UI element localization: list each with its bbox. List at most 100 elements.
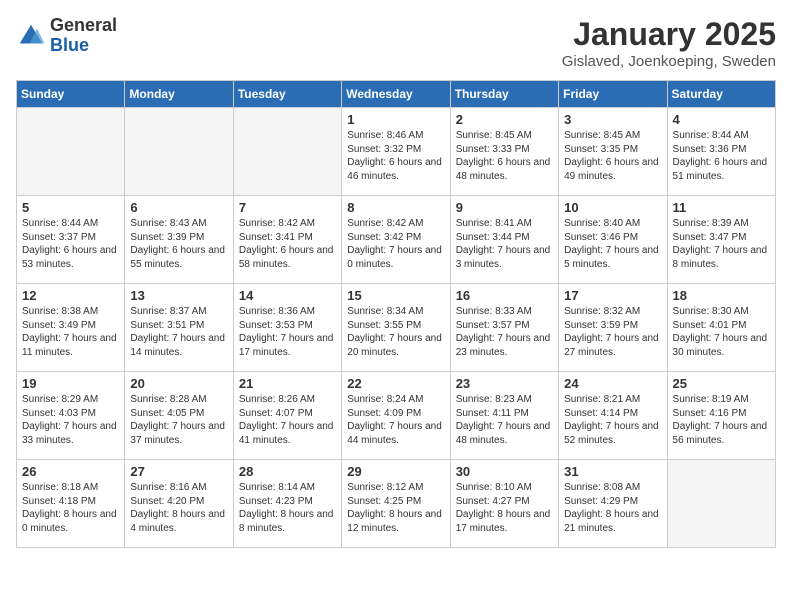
month-title: January 2025 [562, 16, 776, 53]
cell-content: Sunrise: 8:08 AMSunset: 4:29 PMDaylight:… [564, 481, 661, 535]
cell-content: Sunrise: 8:21 AMSunset: 4:14 PMDaylight:… [564, 393, 661, 447]
day-number: 1 [347, 112, 444, 127]
cell-content: Sunrise: 8:46 AMSunset: 3:32 PMDaylight:… [347, 129, 444, 183]
cell-content: Sunrise: 8:24 AMSunset: 4:09 PMDaylight:… [347, 393, 444, 447]
calendar-cell: 3 Sunrise: 8:45 AMSunset: 3:35 PMDaylight… [559, 108, 667, 196]
calendar-cell [17, 108, 125, 196]
calendar-cell: 25Sunrise: 8:19 AMSunset: 4:16 PMDayligh… [667, 372, 775, 460]
calendar-cell: 26 Sunrise: 8:18 AMSunset: 4:18 PMDayligh… [17, 460, 125, 548]
calendar-cell: 18 Sunrise: 8:30 AMSunset: 4:01 PMDayligh… [667, 284, 775, 372]
calendar-cell: 28Sunrise: 8:14 AMSunset: 4:23 PMDayligh… [233, 460, 341, 548]
calendar-cell: 6 Sunrise: 8:43 AMSunset: 3:39 PMDaylight… [125, 196, 233, 284]
weekday-header-saturday: Saturday [667, 81, 775, 108]
calendar-cell: 5Sunrise: 8:44 AMSunset: 3:37 PMDaylight… [17, 196, 125, 284]
cell-content: Sunrise: 8:16 AMSunset: 4:20 PMDaylight:… [130, 481, 227, 535]
cell-content: Sunrise: 8:34 AMSunset: 3:55 PMDaylight:… [347, 305, 444, 359]
calendar-cell: 30 Sunrise: 8:10 AMSunset: 4:27 PMDayligh… [450, 460, 558, 548]
cell-content: Sunrise: 8:23 AMSunset: 4:11 PMDaylight:… [456, 393, 553, 447]
title-area: January 2025 Gislaved, Joenkoeping, Swed… [562, 16, 776, 70]
day-number: 30 [456, 464, 553, 479]
page-header: General Blue January 2025 Gislaved, Joen… [16, 16, 776, 70]
day-number: 9 [456, 200, 553, 215]
calendar-cell: 27Sunrise: 8:16 AMSunset: 4:20 PMDayligh… [125, 460, 233, 548]
day-number: 26 [22, 464, 119, 479]
day-number: 22 [347, 376, 444, 391]
weekday-header-wednesday: Wednesday [342, 81, 450, 108]
day-number: 29 [347, 464, 444, 479]
weekday-header-monday: Monday [125, 81, 233, 108]
calendar-cell [125, 108, 233, 196]
logo-icon [16, 21, 46, 51]
weekday-header-friday: Friday [559, 81, 667, 108]
day-number: 3 [564, 112, 661, 127]
day-number: 25 [673, 376, 770, 391]
cell-content: Sunrise: 8:37 AMSunset: 3:51 PMDaylight:… [130, 305, 227, 359]
calendar-cell: 19 Sunrise: 8:29 AMSunset: 4:03 PMDayligh… [17, 372, 125, 460]
calendar-cell: 13 Sunrise: 8:37 AMSunset: 3:51 PMDayligh… [125, 284, 233, 372]
day-number: 18 [673, 288, 770, 303]
calendar-cell: 22 Sunrise: 8:24 AMSunset: 4:09 PMDayligh… [342, 372, 450, 460]
cell-content: Sunrise: 8:29 AMSunset: 4:03 PMDaylight:… [22, 393, 119, 447]
calendar-cell: 15 Sunrise: 8:34 AMSunset: 3:55 PMDayligh… [342, 284, 450, 372]
calendar-cell: 17Sunrise: 8:32 AMSunset: 3:59 PMDayligh… [559, 284, 667, 372]
day-number: 15 [347, 288, 444, 303]
day-number: 23 [456, 376, 553, 391]
weekday-header-tuesday: Tuesday [233, 81, 341, 108]
calendar-cell: 8Sunrise: 8:42 AMSunset: 3:42 PMDaylight… [342, 196, 450, 284]
cell-content: Sunrise: 8:12 AMSunset: 4:25 PMDaylight:… [347, 481, 444, 535]
logo-blue-text: Blue [50, 36, 117, 56]
day-number: 21 [239, 376, 336, 391]
calendar-cell [667, 460, 775, 548]
week-row-1: 5Sunrise: 8:44 AMSunset: 3:37 PMDaylight… [17, 196, 776, 284]
cell-content: Sunrise: 8:26 AMSunset: 4:07 PMDaylight:… [239, 393, 336, 447]
cell-content: Sunrise: 8:14 AMSunset: 4:23 PMDaylight:… [239, 481, 336, 535]
day-number: 12 [22, 288, 119, 303]
cell-content: Sunrise: 8:30 AMSunset: 4:01 PMDaylight:… [673, 305, 770, 359]
day-number: 16 [456, 288, 553, 303]
cell-content: Sunrise: 8:18 AMSunset: 4:18 PMDaylight:… [22, 481, 119, 535]
weekday-header-row: SundayMondayTuesdayWednesdayThursdayFrid… [17, 81, 776, 108]
calendar-cell: 11Sunrise: 8:39 AMSunset: 3:47 PMDayligh… [667, 196, 775, 284]
cell-content: Sunrise: 8:10 AMSunset: 4:27 PMDaylight:… [456, 481, 553, 535]
day-number: 10 [564, 200, 661, 215]
day-number: 13 [130, 288, 227, 303]
calendar-cell [233, 108, 341, 196]
cell-content: Sunrise: 8:42 AMSunset: 3:42 PMDaylight:… [347, 217, 444, 271]
cell-content: Sunrise: 8:40 AMSunset: 3:46 PMDaylight:… [564, 217, 661, 271]
calendar-cell: 29 Sunrise: 8:12 AMSunset: 4:25 PMDayligh… [342, 460, 450, 548]
cell-content: Sunrise: 8:32 AMSunset: 3:59 PMDaylight:… [564, 305, 661, 359]
calendar-cell: 4Sunrise: 8:44 AMSunset: 3:36 PMDaylight… [667, 108, 775, 196]
day-number: 31 [564, 464, 661, 479]
logo-general-text: General [50, 16, 117, 36]
location: Gislaved, Joenkoeping, Sweden [562, 53, 776, 70]
cell-content: Sunrise: 8:45 AMSunset: 3:35 PMDaylight:… [564, 129, 661, 183]
week-row-2: 12Sunrise: 8:38 AMSunset: 3:49 PMDayligh… [17, 284, 776, 372]
calendar-cell: 10 Sunrise: 8:40 AMSunset: 3:46 PMDayligh… [559, 196, 667, 284]
week-row-0: 1 Sunrise: 8:46 AMSunset: 3:32 PMDaylight… [17, 108, 776, 196]
cell-content: Sunrise: 8:39 AMSunset: 3:47 PMDaylight:… [673, 217, 770, 271]
cell-content: Sunrise: 8:45 AMSunset: 3:33 PMDaylight:… [456, 129, 553, 183]
day-number: 2 [456, 112, 553, 127]
cell-content: Sunrise: 8:43 AMSunset: 3:39 PMDaylight:… [130, 217, 227, 271]
week-row-4: 26 Sunrise: 8:18 AMSunset: 4:18 PMDayligh… [17, 460, 776, 548]
calendar-cell: 20 Sunrise: 8:28 AMSunset: 4:05 PMDayligh… [125, 372, 233, 460]
calendar-cell: 31 Sunrise: 8:08 AMSunset: 4:29 PMDayligh… [559, 460, 667, 548]
calendar-cell: 14 Sunrise: 8:36 AMSunset: 3:53 PMDayligh… [233, 284, 341, 372]
day-number: 24 [564, 376, 661, 391]
day-number: 14 [239, 288, 336, 303]
calendar-cell: 24 Sunrise: 8:21 AMSunset: 4:14 PMDayligh… [559, 372, 667, 460]
calendar-cell: 2 Sunrise: 8:45 AMSunset: 3:33 PMDaylight… [450, 108, 558, 196]
cell-content: Sunrise: 8:42 AMSunset: 3:41 PMDaylight:… [239, 217, 336, 271]
cell-content: Sunrise: 8:44 AMSunset: 3:37 PMDaylight:… [22, 217, 119, 271]
cell-content: Sunrise: 8:28 AMSunset: 4:05 PMDaylight:… [130, 393, 227, 447]
day-number: 4 [673, 112, 770, 127]
day-number: 6 [130, 200, 227, 215]
day-number: 20 [130, 376, 227, 391]
calendar-table: SundayMondayTuesdayWednesdayThursdayFrid… [16, 80, 776, 548]
logo: General Blue [16, 16, 117, 56]
calendar-cell: 16Sunrise: 8:33 AMSunset: 3:57 PMDayligh… [450, 284, 558, 372]
day-number: 19 [22, 376, 119, 391]
week-row-3: 19 Sunrise: 8:29 AMSunset: 4:03 PMDayligh… [17, 372, 776, 460]
cell-content: Sunrise: 8:36 AMSunset: 3:53 PMDaylight:… [239, 305, 336, 359]
calendar-cell: 9Sunrise: 8:41 AMSunset: 3:44 PMDaylight… [450, 196, 558, 284]
